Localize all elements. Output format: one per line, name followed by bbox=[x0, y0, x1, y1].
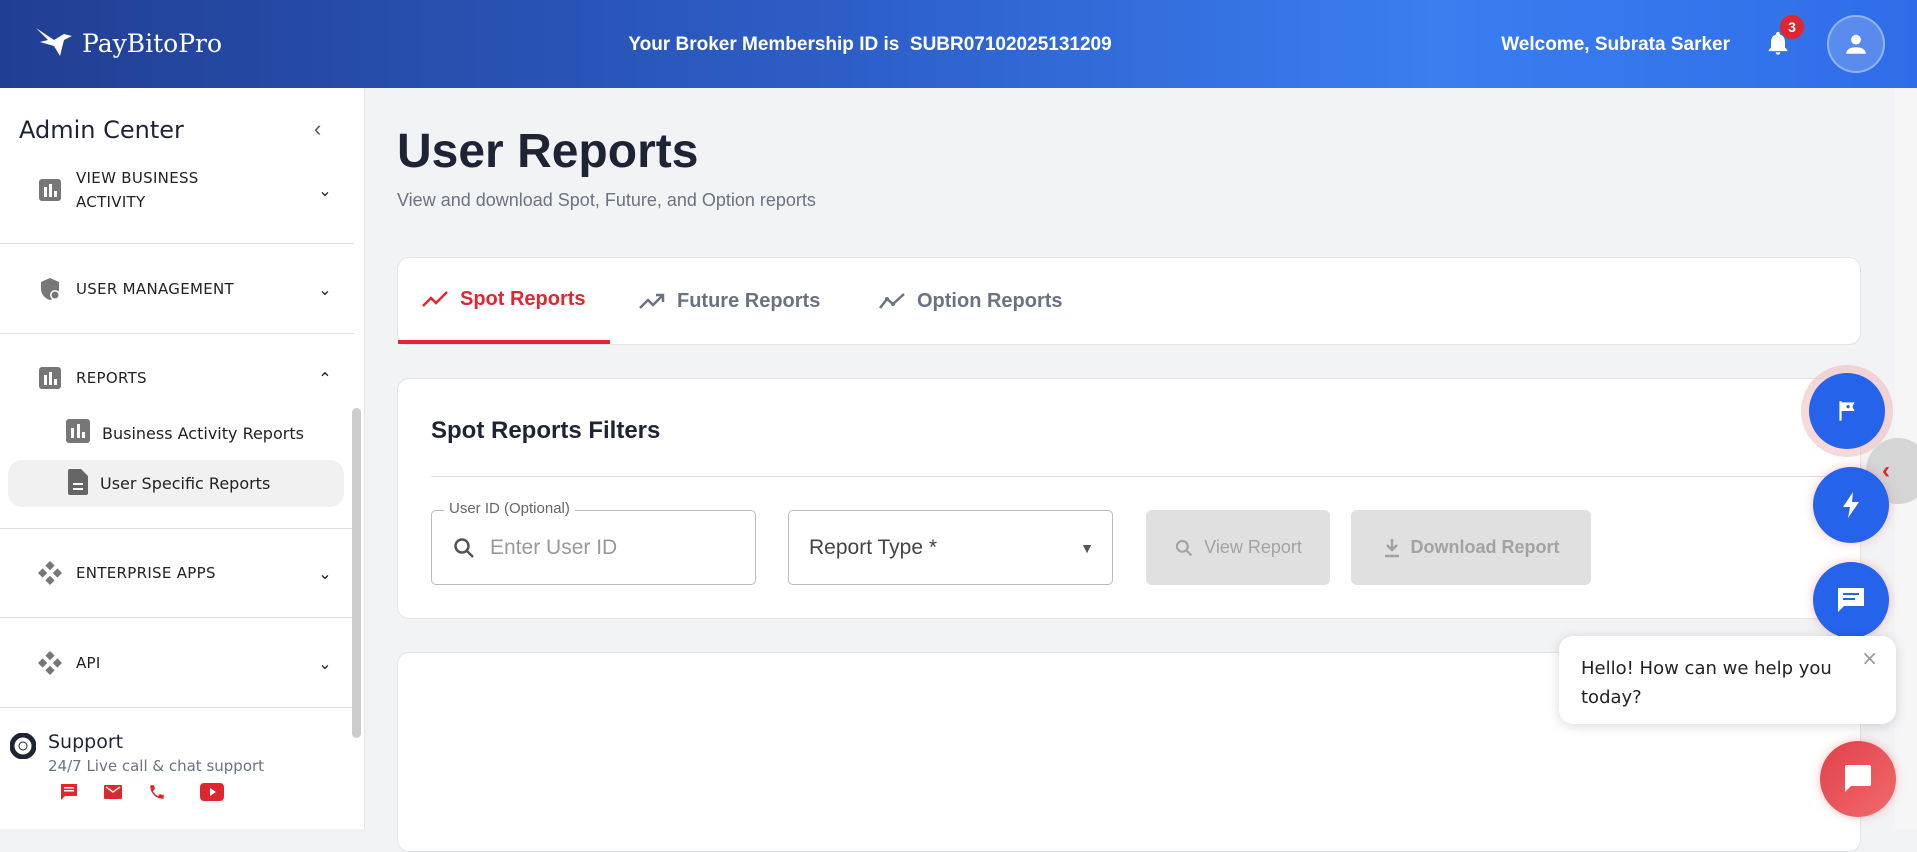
welcome-text: Welcome, Subrata Sarker bbox=[1501, 34, 1730, 55]
sidebar-title: Admin Center bbox=[19, 116, 184, 144]
trending-line-icon bbox=[422, 291, 448, 307]
trending-up-icon bbox=[639, 293, 665, 309]
close-icon[interactable]: × bbox=[1861, 644, 1878, 673]
divider bbox=[0, 333, 354, 334]
page-subtitle: View and download Spot, Future, and Opti… bbox=[397, 190, 816, 210]
tab-label: Future Reports bbox=[677, 289, 821, 312]
sidebar-scrollbar[interactable] bbox=[352, 408, 361, 738]
search-icon bbox=[1176, 539, 1193, 556]
flag-button[interactable] bbox=[1809, 373, 1885, 449]
lightning-icon bbox=[1843, 492, 1859, 518]
chat-greeting-popup: Hello! How can we help you today? × bbox=[1559, 636, 1896, 724]
tab-label: Option Reports bbox=[917, 289, 1063, 312]
tab-spot-reports[interactable]: Spot Reports bbox=[398, 258, 610, 344]
sidebar-item-label: ENTERPRISE APPS bbox=[76, 564, 216, 582]
filters-heading: Spot Reports Filters bbox=[431, 417, 661, 444]
phone-icon[interactable] bbox=[148, 783, 166, 801]
sidebar-item-view-business-activity[interactable]: VIEW BUSINESS ACTIVITY ⌄ bbox=[38, 168, 332, 212]
apps-diamond-icon bbox=[38, 561, 62, 585]
divider bbox=[0, 617, 354, 618]
membership-id-text: Your Broker Membership ID is SUBR0710202… bbox=[0, 34, 1740, 56]
tab-future-reports[interactable]: Future Reports bbox=[615, 258, 844, 344]
open-chat-button[interactable] bbox=[1820, 741, 1896, 817]
user-id-input[interactable]: User ID (Optional) Enter User ID bbox=[431, 500, 756, 585]
chevron-left-icon: ‹ bbox=[1882, 457, 1890, 484]
download-report-label: Download Report bbox=[1410, 537, 1560, 557]
notification-badge: 3 bbox=[1780, 15, 1804, 39]
user-id-placeholder: Enter User ID bbox=[490, 535, 618, 559]
sidebar: Admin Center ‹ VIEW BUSINESS ACTIVITY ⌄ … bbox=[0, 88, 365, 829]
chevron-up-icon: ⌃ bbox=[318, 368, 332, 388]
email-icon[interactable] bbox=[104, 785, 122, 799]
report-type-label: Report Type * bbox=[809, 535, 938, 559]
sidebar-item-user-management[interactable]: USER MANAGEMENT ⌄ bbox=[38, 277, 332, 301]
divider bbox=[0, 243, 354, 244]
tab-option-reports[interactable]: Option Reports bbox=[855, 258, 1087, 344]
sidebar-item-label: USER MANAGEMENT bbox=[76, 280, 234, 298]
membership-id: SUBR07102025131209 bbox=[909, 34, 1112, 55]
chevron-down-icon: ⌄ bbox=[318, 180, 332, 200]
report-type-select[interactable]: Report Type * ▼ bbox=[788, 510, 1113, 585]
chat-greeting-text: Hello! How can we help you today? bbox=[1581, 658, 1832, 708]
user-icon bbox=[1846, 34, 1866, 54]
filters-card: Spot Reports Filters User ID (Optional) … bbox=[397, 378, 1861, 619]
tab-label: Spot Reports bbox=[460, 287, 586, 310]
sidebar-item-reports[interactable]: REPORTS ⌃ bbox=[38, 366, 332, 390]
search-icon bbox=[454, 537, 474, 558]
user-avatar-button[interactable] bbox=[1827, 15, 1885, 73]
report-tabs: Spot Reports Future Reports Option Repor… bbox=[397, 257, 1861, 345]
bar-chart-icon bbox=[38, 366, 62, 390]
chevron-down-icon: ⌄ bbox=[318, 563, 332, 583]
sidebar-item-label: VIEW BUSINESS ACTIVITY bbox=[76, 169, 199, 211]
quick-action-button[interactable] bbox=[1813, 467, 1889, 543]
download-report-button[interactable]: Download Report bbox=[1351, 510, 1591, 585]
chevron-down-icon: ⌄ bbox=[318, 653, 332, 673]
sidebar-item-label: API bbox=[76, 654, 101, 672]
divider bbox=[431, 476, 1827, 477]
view-report-label: View Report bbox=[1204, 537, 1302, 557]
sidebar-item-enterprise-apps[interactable]: ENTERPRISE APPS ⌄ bbox=[38, 561, 332, 585]
membership-label: Your Broker Membership ID is bbox=[628, 34, 900, 55]
flag-icon bbox=[1839, 401, 1855, 421]
sidebar-item-api[interactable]: API ⌄ bbox=[38, 651, 332, 675]
divider bbox=[0, 707, 354, 708]
download-icon bbox=[1384, 538, 1399, 557]
chat-icon[interactable] bbox=[60, 783, 78, 801]
chevron-down-icon: ⌄ bbox=[318, 279, 332, 299]
support-title: Support bbox=[48, 731, 124, 753]
sidebar-item-label: REPORTS bbox=[76, 369, 147, 387]
bar-chart-icon bbox=[38, 178, 62, 202]
apps-diamond-icon bbox=[38, 651, 62, 675]
lifebuoy-icon bbox=[10, 733, 36, 759]
shield-user-icon bbox=[38, 277, 62, 301]
sidebar-subitem-label: Business Activity Reports bbox=[102, 423, 304, 443]
sidebar-subitem-label: User Specific Reports bbox=[100, 474, 271, 493]
support-subtitle: 24/7 Live call & chat support bbox=[48, 757, 265, 775]
view-report-button[interactable]: View Report bbox=[1146, 510, 1330, 585]
page-title: User Reports bbox=[397, 125, 699, 178]
sidebar-subitem-user-specific-reports[interactable]: User Specific Reports bbox=[8, 460, 344, 507]
divider bbox=[0, 528, 354, 529]
collapse-sidebar-icon[interactable]: ‹ bbox=[314, 116, 321, 142]
user-id-label: User ID (Optional) bbox=[444, 500, 575, 517]
message-icon bbox=[1838, 588, 1864, 612]
dropdown-arrow-icon: ▼ bbox=[1080, 539, 1094, 556]
bar-chart-icon bbox=[66, 419, 90, 447]
chat-bubble-icon bbox=[1845, 765, 1871, 792]
document-icon bbox=[68, 468, 88, 499]
message-button[interactable] bbox=[1813, 562, 1889, 638]
youtube-icon[interactable] bbox=[200, 783, 224, 801]
sidebar-subitem-business-activity-reports[interactable]: Business Activity Reports bbox=[66, 419, 304, 447]
show-chart-icon bbox=[879, 293, 905, 309]
top-header: PayBitoPro Your Broker Membership ID is … bbox=[0, 0, 1917, 88]
